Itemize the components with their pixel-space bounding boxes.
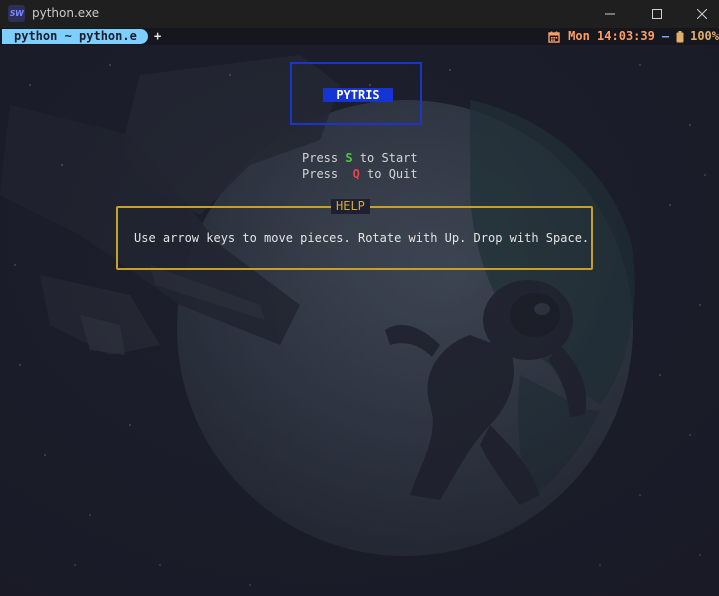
help-text: Use arrow keys to move pieces. Rotate wi…	[134, 231, 590, 245]
minimize-icon	[605, 13, 615, 15]
wallpaper-astronaut-image	[0, 45, 719, 596]
quit-key: Q	[352, 167, 360, 181]
maximize-button[interactable]	[634, 0, 680, 28]
start-prefix: Press	[302, 151, 346, 165]
close-icon	[697, 9, 707, 19]
quit-prefix: Press	[302, 167, 353, 181]
terminal-window: SW python.exe python ~ python.e + Mon 14…	[0, 0, 719, 596]
minimize-button[interactable]	[587, 0, 633, 28]
status-separator: —	[661, 29, 670, 43]
new-tab-button[interactable]: +	[154, 29, 161, 44]
start-instruction: Press S to Start	[302, 151, 418, 166]
close-button[interactable]	[679, 0, 719, 28]
help-title: HELP	[331, 199, 370, 214]
tab-python[interactable]: python ~ python.e	[2, 29, 148, 44]
quit-instruction: Press Q to Quit	[302, 167, 418, 182]
clock-text: Mon 14:03:39	[568, 29, 655, 43]
tab-status-bar: python ~ python.e + Mon 14:03:39 — 100%	[0, 28, 719, 45]
quit-suffix: to Quit	[359, 167, 418, 181]
start-suffix: to Start	[352, 151, 418, 165]
game-title: PYTRIS	[323, 88, 393, 102]
app-icon: SW	[8, 5, 25, 22]
status-right: Mon 14:03:39 — 100%	[548, 29, 719, 44]
start-key: S	[345, 151, 353, 165]
title-bar[interactable]: SW python.exe	[0, 0, 719, 28]
maximize-icon	[652, 9, 662, 19]
calendar-icon	[548, 31, 560, 43]
window-title: python.exe	[32, 6, 100, 20]
terminal-area[interactable]: PYTRIS Press S to Start Press Q to Quit …	[0, 45, 719, 596]
battery-text: 100%	[690, 29, 719, 43]
battery-icon	[676, 30, 684, 42]
